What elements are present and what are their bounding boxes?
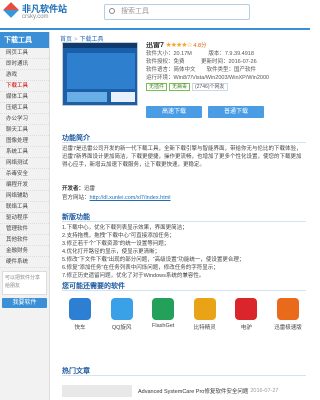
developer-name: 迅雷 [84,186,96,192]
app-label[interactable]: QQ旋风 [104,323,140,331]
info-language: 软件语言：简体中文 软件类型：国产软件 [146,67,257,73]
user-count-badge: (2746)个网友 [192,83,228,91]
normal-download-button[interactable]: 普通下载 [208,106,264,118]
related-app[interactable]: 电驴 [228,298,264,331]
divider [62,290,306,291]
app-label[interactable]: 比特精灵 [187,323,223,331]
sidebar-item[interactable]: 网页工具 [0,48,49,59]
app-label[interactable]: 迅雷极速版 [270,323,306,331]
sidebar-item[interactable]: 办公学习 [0,114,49,125]
rating-stars: ★★★★☆ [165,42,192,49]
sidebar-item[interactable]: 硬件系统 [0,257,49,268]
app-icon[interactable] [69,298,91,320]
step-item: 6.修复“添加任务”在任务列表中闪烁问题，修改任务的字符显示； [62,265,219,271]
info-environment: 运行环境：Win8/7/Vista/Win2003/WinXP/Win2000 [146,75,270,81]
software-info: 迅雷7 ★★★★☆ 4.8分 软件大小：20.17M 版本：7.9.39.491… [146,42,306,118]
developer-line: 开发者：迅雷 [62,186,96,192]
sidebar-item[interactable]: 网络测试 [0,158,49,169]
divider [62,221,306,222]
related-app[interactable]: FlashGet [145,298,181,331]
software-screenshot[interactable] [62,42,138,106]
software-name: 迅雷7 [146,42,164,49]
top-header: 非凡软件站 crsky.com 搜索工具 [0,0,310,30]
app-icon[interactable] [276,298,299,320]
sidebar-item[interactable]: 管理软件 [0,224,49,235]
step-item: 3.修正若干个“下载资源”的统一设置等问题； [62,241,170,247]
app-label[interactable]: FlashGet [145,323,181,329]
sidebar-item[interactable]: 压缩工具 [0,103,49,114]
sidebar-title: 下载工具 [0,32,49,48]
app-label[interactable]: 电驴 [228,323,264,331]
article-thumbnail[interactable] [62,385,132,397]
sidebar-item[interactable]: 驱动程序 [0,213,49,224]
search-input[interactable]: 搜索工具 [104,4,250,20]
info-size: 软件大小：20.17M 版本：7.9.39.4918 [146,51,254,57]
step-item: 7.修正历史遗留问题，优化了对于Windows系统的兼容性。 [62,273,205,279]
related-apps: 快车 QQ旋风 FlashGet 比特精灵 电驴 迅雷极速版 [62,298,306,331]
no-plugin-badge: 无插件 [146,83,168,91]
sidebar-list: 网页工具 即时通讯 游戏 下载工具 媒体工具 压缩工具 办公学习 聊天工具 图像处理 系统工具 网络… [0,48,49,268]
sidebar-item[interactable]: 联络工具 [0,202,49,213]
share-box: 可以把软件分享给朋友 [2,271,47,295]
app-icon[interactable] [193,298,216,320]
official-website-link[interactable]: http://dl.xunlei.com/xl7/index.html [90,195,171,201]
related-app[interactable]: 快车 [62,298,98,331]
website-line: 官方网站：http://dl.xunlei.com/xl7/index.html [62,195,171,201]
sidebar-item[interactable]: 杀毒安全 [0,169,49,180]
sidebar-item[interactable]: 图像处理 [0,136,49,147]
category-sidebar: 下载工具 网页工具 即时通讯 游戏 下载工具 媒体工具 压缩工具 办公学习 聊天工具 图像处理系… [0,32,50,400]
sidebar-item[interactable]: 系统工具 [0,147,49,158]
steps-list: 1.下载中心，优化下载列表显示效果，界面更简洁； 2.支持拖拽，拖拽“下载中心”可… [62,224,306,280]
rating-score: 4.8分 [193,43,207,49]
sidebar-item[interactable]: 游戏 [0,70,49,81]
app-icon[interactable] [110,298,133,320]
sidebar-item[interactable]: 聊天工具 [0,125,49,136]
related-app[interactable]: 比特精灵 [187,298,223,331]
step-item: 4.优化打开路径的显示，使显示更清晰； [62,249,161,255]
step-item: 1.下载中心，优化下载列表显示效果，界面更简洁； [62,225,188,231]
info-license: 软件授权：免费 更新时间：2016-07-26 [146,59,257,65]
high-speed-download-button[interactable]: 高速下载 [146,106,202,118]
app-icon[interactable] [152,298,175,320]
site-logo-icon[interactable] [3,2,19,18]
app-label[interactable]: 快车 [62,323,98,331]
sidebar-item[interactable]: 其他软件 [0,235,49,246]
app-icon[interactable] [235,298,258,320]
hot-article-item[interactable]: Advanced SystemCare Pro修复软件安全问题 2016-07-… [62,385,306,397]
request-software-button[interactable]: 我要软件 [2,298,47,308]
sidebar-item[interactable]: 下载工具 [0,81,49,92]
sidebar-item[interactable]: 网络辅助 [0,191,49,202]
intro-text: 迅雷7是迅雷公司开发的新一代下载工具，全新下载引擎与智能界面，带给你无与伦比的下… [62,146,302,168]
article-title[interactable]: Advanced SystemCare Pro修复软件安全问题 [138,387,248,395]
divider [62,142,306,143]
related-app[interactable]: QQ旋风 [104,298,140,331]
related-app[interactable]: 迅雷极速版 [270,298,306,331]
step-item: 2.支持拖拽，拖拽“下载中心”可直接添加任务； [62,233,175,239]
sidebar-item[interactable]: 媒体工具 [0,92,49,103]
divider [62,375,306,376]
sidebar-item[interactable]: 金融财务 [0,246,49,257]
sidebar-item[interactable]: 即时通讯 [0,59,49,70]
sidebar-item[interactable]: 编程开发 [0,180,49,191]
article-date: 2016-07-27 [250,388,279,394]
no-virus-badge: 无病毒 [169,83,191,91]
search-icon[interactable] [109,8,115,14]
step-item: 5.修改“下文件下载”出现的部分问题，“高级设置”功能统一，使设置更合理； [62,257,245,263]
site-domain: crsky.com [22,14,49,20]
